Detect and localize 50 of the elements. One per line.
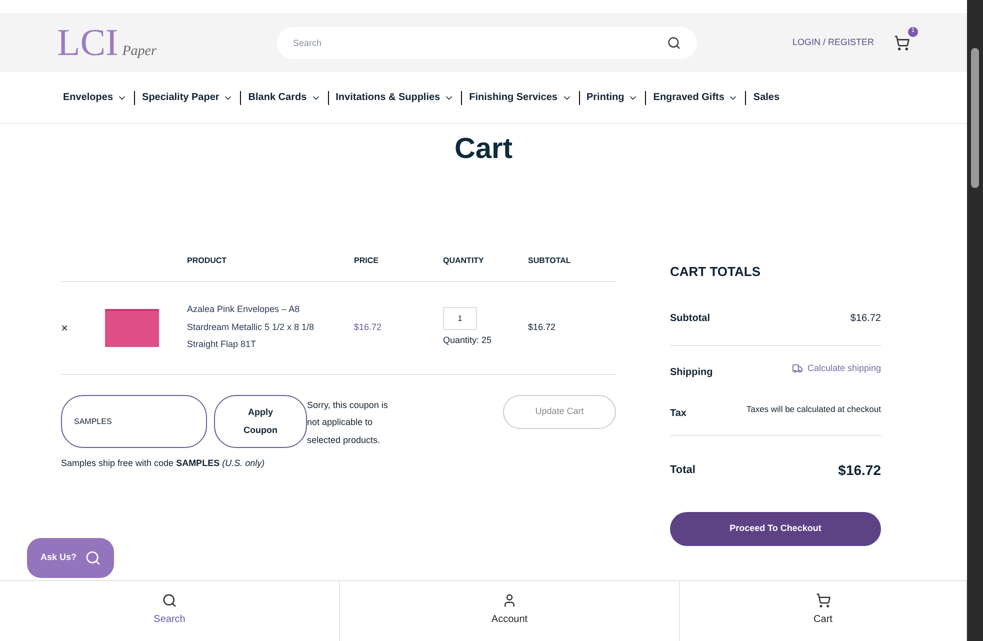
- search-icon: [84, 550, 100, 566]
- samples-note: Samples ship free with code SAMPLES (U.S. only): [61, 457, 266, 470]
- tax-note: Taxes will be calculated at checkout: [746, 402, 881, 416]
- nav-item[interactable]: Sales: [753, 90, 780, 105]
- update-cart-button[interactable]: Update Cart: [503, 394, 616, 428]
- nav-item[interactable]: Invitations & Supplies: [336, 90, 454, 105]
- search-icon: [667, 36, 681, 50]
- checkout-button[interactable]: Proceed To Checkout: [670, 512, 881, 546]
- ask-us-button[interactable]: Ask Us?: [27, 538, 114, 578]
- nav-item[interactable]: Engraved Gifts: [653, 90, 738, 105]
- tax-label: Tax: [670, 406, 686, 420]
- nav-item[interactable]: Speciality Paper: [142, 90, 234, 105]
- cart-icon: [816, 593, 830, 608]
- quantity-field[interactable]: 1: [443, 307, 477, 330]
- column-header: QUANTITY: [443, 255, 485, 267]
- column-header: SUBTOTAL: [528, 255, 571, 267]
- column-header: PRICE: [354, 255, 380, 267]
- bottom-nav-item[interactable]: Search: [0, 581, 340, 641]
- logo[interactable]: LCI Paper: [57, 24, 157, 62]
- total-value: $16.72: [838, 460, 881, 480]
- nav-item[interactable]: Finishing Services: [469, 90, 572, 105]
- product-image: [105, 308, 159, 346]
- logo-subtext: Paper: [122, 42, 156, 60]
- column-header: PRODUCT: [187, 255, 228, 267]
- account-icon: [502, 593, 517, 608]
- coupon-error-message: Sorry, this coupon is not applicable to selected products.: [307, 398, 389, 447]
- cart-icon[interactable]: [894, 34, 910, 50]
- cart-totals-title: CART TOTALS: [670, 262, 762, 280]
- search-icon: [162, 593, 177, 608]
- apply-coupon-button[interactable]: Apply Coupon: [214, 394, 307, 448]
- bottom-nav-item[interactable]: Account: [340, 581, 680, 641]
- price: $16.72: [354, 320, 383, 334]
- login-link[interactable]: LOGIN / REGISTER: [792, 36, 874, 50]
- total-label: Total: [670, 462, 696, 478]
- logo-text: LCI: [57, 24, 118, 62]
- shipping-label: Shipping: [670, 366, 713, 380]
- remove-button[interactable]: ×: [61, 318, 105, 336]
- page-title: Cart: [453, 132, 514, 167]
- quantity-note: Quantity: 25: [443, 334, 493, 348]
- subtotal-value: $16.72: [850, 312, 881, 326]
- coupon-field[interactable]: SAMPLES: [61, 394, 207, 448]
- subtotal-label: Subtotal: [670, 312, 710, 326]
- calculate-shipping-link[interactable]: Calculate shipping: [792, 362, 881, 376]
- nav-item[interactable]: Envelopes: [63, 90, 128, 105]
- nav-item[interactable]: Printing: [586, 90, 638, 105]
- subtotal: $16.72: [528, 320, 556, 334]
- search-field[interactable]: Search: [277, 26, 697, 58]
- product-name[interactable]: Azalea Pink Envelopes – A8 Stardream Metallic 5 1/2 x 8 1/8 Straight Flap 81T: [187, 301, 327, 354]
- truck-icon: [792, 363, 804, 374]
- nav-item[interactable]: Blank Cards: [248, 90, 321, 105]
